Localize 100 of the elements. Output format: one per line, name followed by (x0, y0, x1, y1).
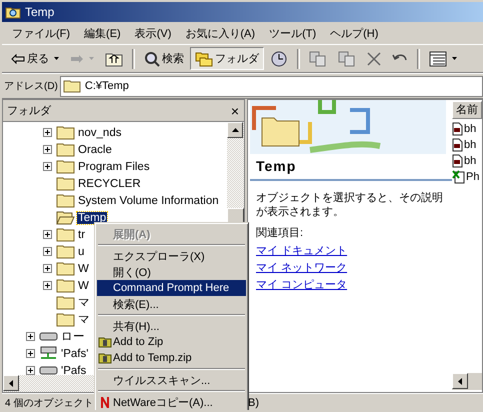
document-icon (452, 138, 463, 152)
tree-item[interactable]: Oracle (77, 144, 113, 156)
expand-icon[interactable] (43, 162, 52, 171)
menu-item[interactable]: Add to Zip (97, 334, 246, 350)
expand-icon[interactable] (43, 230, 52, 239)
search-icon (144, 50, 160, 66)
expand-icon[interactable] (26, 366, 35, 375)
related-link[interactable]: マイ コンピュータ (256, 277, 348, 294)
file-name[interactable]: Ph (466, 171, 480, 183)
window-title: Temp (25, 5, 54, 19)
menu-item[interactable]: ツール(T) (263, 26, 322, 40)
tree-item[interactable]: System Volume Information (77, 194, 220, 206)
clock-icon (270, 50, 288, 68)
document-icon (452, 154, 463, 168)
caret-icon (54, 57, 59, 60)
folder-icon (62, 79, 81, 93)
file-name[interactable]: bh (464, 123, 476, 135)
list-view-icon (429, 50, 447, 66)
network-drive-icon (39, 346, 58, 361)
folder-icon (56, 193, 75, 208)
folders-icon (195, 50, 213, 66)
folder-icon (56, 244, 75, 259)
folder-icon (5, 5, 21, 19)
menu-item[interactable]: Add to Temp.zip (97, 350, 246, 366)
expand-icon[interactable] (43, 128, 52, 137)
tree-item[interactable]: 'Pafs' (60, 348, 90, 360)
close-button[interactable]: × (226, 102, 244, 118)
address-label: アドレス(D) (4, 80, 58, 93)
tree-item[interactable]: マ (77, 312, 91, 327)
menu-item[interactable]: ファイル(F) (6, 26, 76, 40)
tree-item[interactable]: RECYCLER (77, 178, 142, 190)
tree-item[interactable]: tr (77, 228, 86, 240)
menu-item[interactable]: NetWareコピー(A)... (97, 394, 246, 410)
left-arrow-icon (9, 380, 13, 386)
folder-icon (56, 176, 75, 191)
folder-icon (56, 295, 75, 310)
document-icon (452, 122, 463, 136)
search-button[interactable]: 検索 (139, 47, 189, 70)
expand-icon[interactable] (26, 332, 35, 341)
menu-item[interactable]: 共有(H)... (97, 318, 246, 334)
folder-icon (56, 278, 75, 293)
folder-icon (56, 125, 75, 140)
menu-item[interactable]: 検索(E)... (97, 296, 246, 312)
expand-icon[interactable] (26, 349, 35, 358)
tree-item[interactable]: 'Pafs (60, 364, 88, 375)
spreadsheet-icon (452, 170, 465, 184)
tree-item[interactable]: マ (77, 295, 91, 310)
expand-icon[interactable] (43, 281, 52, 290)
menu-item[interactable]: 表示(V) (128, 26, 178, 40)
folder-icon (56, 312, 75, 327)
close-icon (367, 52, 381, 66)
folder-icon (56, 142, 75, 157)
tree-item[interactable]: W (77, 280, 90, 292)
zip-folder-icon (98, 352, 112, 364)
related-link[interactable]: マイ ドキュメント (256, 243, 348, 260)
menu-item[interactable]: Command Prompt Here (97, 280, 246, 296)
folders-button[interactable]: フォルダ (190, 47, 264, 70)
pages-icon (338, 50, 356, 66)
menu-item[interactable]: ヘルプ(H) (324, 26, 384, 40)
back-arrow-icon (11, 54, 25, 64)
description-text: オブジェクトを選択すると、その説明が表示されます。 (256, 191, 444, 219)
tree-item[interactable]: ロー (60, 329, 86, 344)
scroll-left-button[interactable] (452, 373, 468, 389)
status-text: B) (248, 397, 259, 409)
expand-icon[interactable] (43, 247, 52, 256)
expand-icon[interactable] (43, 264, 52, 273)
menu-item[interactable]: ウイルススキャン... (97, 372, 246, 388)
open-folder-icon (56, 210, 75, 225)
zip-folder-icon (98, 336, 112, 348)
column-header[interactable]: 名前 (452, 101, 482, 119)
tree-item[interactable]: W (77, 262, 90, 274)
up-folder-icon (105, 50, 123, 66)
menu-item[interactable]: 開く(O) (97, 264, 246, 280)
file-name[interactable]: bh (464, 139, 476, 151)
related-link[interactable]: マイ ネットワーク (256, 260, 348, 277)
tree-item[interactable]: nov_nds (77, 126, 122, 138)
folder-icon (56, 261, 75, 276)
tree-item[interactable]: u (77, 246, 86, 258)
status-text: 4 個のオブジェクト (5, 396, 94, 410)
horizontal-scrollbar[interactable] (452, 373, 482, 390)
address-field[interactable]: C:¥Temp (60, 76, 483, 96)
pages-icon (309, 50, 327, 66)
related-label: 関連項目: (256, 226, 304, 240)
menu-item[interactable]: 編集(E) (78, 26, 127, 40)
folder-icon (56, 227, 75, 242)
menu-item[interactable]: お気に入り(A) (179, 26, 262, 40)
n-logo-icon (100, 396, 110, 408)
menu-item[interactable]: エクスプローラ(X) (97, 248, 246, 264)
back-button[interactable]: 戻る (6, 47, 64, 70)
file-name[interactable]: bh (464, 155, 476, 167)
tree-item[interactable]: Program Files (77, 160, 151, 172)
up-arrow-icon (232, 128, 238, 132)
forward-arrow-icon (70, 54, 84, 64)
folder-title: Temp (255, 157, 298, 176)
scroll-left-button[interactable] (3, 375, 19, 391)
folder-icon (56, 159, 75, 174)
scroll-up-button[interactable] (227, 122, 243, 138)
caret-icon (452, 57, 457, 60)
tree-item[interactable]: Temp (77, 212, 108, 224)
expand-icon[interactable] (43, 145, 52, 154)
